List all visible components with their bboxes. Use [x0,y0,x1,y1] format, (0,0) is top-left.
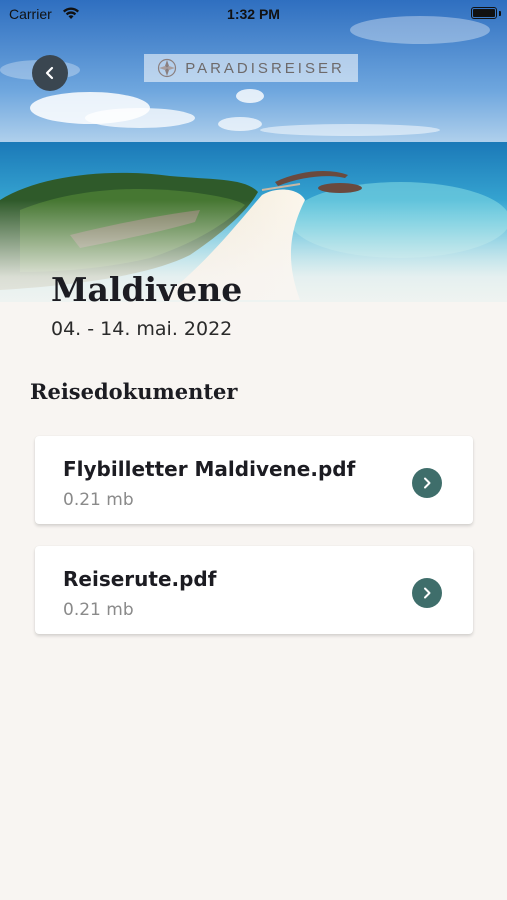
chevron-right-icon [424,587,431,599]
document-size: 0.21 mb [63,490,134,510]
page-title: Maldivene [51,270,243,309]
open-document-button[interactable] [412,578,442,608]
document-card[interactable]: Reiserute.pdf 0.21 mb [35,546,473,634]
battery-icon [471,7,497,19]
chevron-left-icon [45,66,54,80]
compass-rose-icon [158,58,177,78]
battery-cap [499,11,501,16]
chevron-right-icon [424,477,431,489]
trip-dates: 04. - 14. mai. 2022 [51,318,233,340]
document-name: Reiserute.pdf [63,567,217,591]
brand-banner: PARADISREISER [144,54,358,82]
clock: 1:32 PM [227,6,280,22]
open-document-button[interactable] [412,468,442,498]
status-bar: Carrier 1:32 PM [0,0,507,30]
section-title: Reisedokumenter [30,379,238,404]
document-card[interactable]: Flybilletter Maldivene.pdf 0.21 mb [35,436,473,524]
document-size: 0.21 mb [63,600,134,620]
brand-name: PARADISREISER [185,59,345,77]
document-name: Flybilletter Maldivene.pdf [63,457,356,481]
back-button[interactable] [32,55,68,91]
